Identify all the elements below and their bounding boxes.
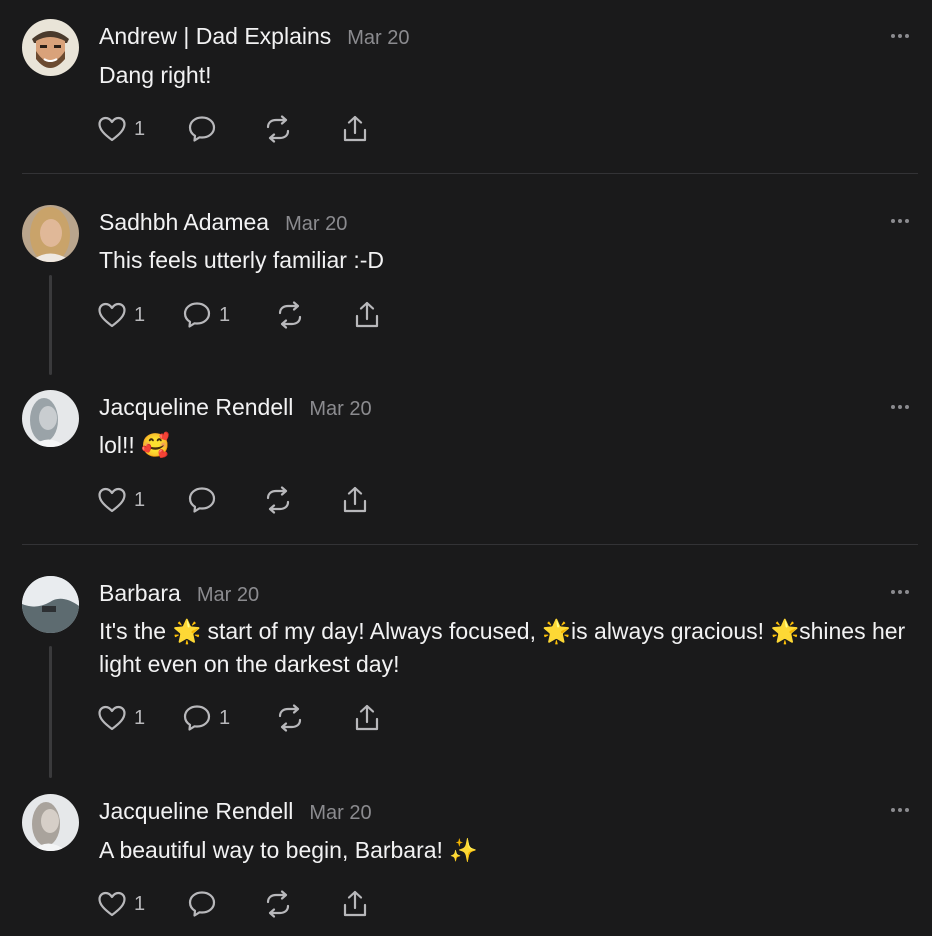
post-date[interactable]: Mar 20	[347, 27, 409, 50]
comment-text: A beautiful way to begin, Barbara! ✨	[99, 834, 909, 867]
glowing-star-emoji: 🌟	[542, 618, 572, 644]
comment-button[interactable]	[187, 485, 217, 515]
restack-icon	[275, 703, 305, 733]
post-date[interactable]: Mar 20	[197, 584, 259, 607]
heart-icon	[97, 486, 127, 514]
comment-button[interactable]: 1	[182, 300, 230, 330]
comment-button[interactable]: 1	[182, 703, 230, 733]
thread-line	[49, 275, 52, 375]
comment-text: Dang right!	[99, 62, 212, 88]
like-count: 1	[134, 303, 146, 326]
restack-icon	[263, 889, 293, 919]
reply-count: 1	[219, 303, 231, 326]
reply-count: 1	[219, 706, 231, 729]
heart-icon	[97, 890, 127, 918]
more-icon[interactable]	[891, 805, 917, 815]
author-name[interactable]: Sadhbh Adamea	[99, 209, 269, 236]
like-button[interactable]: 1	[97, 703, 145, 733]
author-name[interactable]: Jacqueline Rendell	[99, 798, 293, 825]
text-segment: is always gracious!	[571, 618, 771, 644]
comment-icon	[187, 889, 217, 919]
avatar[interactable]	[22, 390, 79, 447]
restack-icon	[263, 114, 293, 144]
comment-icon	[182, 703, 212, 733]
text-segment: start of my day! Always focused,	[201, 618, 543, 644]
thread-line	[49, 646, 52, 778]
restack-button[interactable]	[263, 889, 293, 919]
comment-text: It's the 🌟 start of my day! Always focus…	[99, 615, 909, 681]
avatar[interactable]	[22, 205, 79, 262]
post-date[interactable]: Mar 20	[309, 398, 371, 421]
share-button[interactable]	[352, 703, 382, 733]
restack-button[interactable]	[263, 485, 293, 515]
heart-icon	[97, 704, 127, 732]
author-name[interactable]: Jacqueline Rendell	[99, 394, 293, 421]
text-segment: It's the	[99, 618, 173, 644]
author-name[interactable]: Barbara	[99, 580, 181, 607]
restack-button[interactable]	[275, 300, 305, 330]
like-button[interactable]: 1	[97, 485, 145, 515]
author-name[interactable]: Andrew | Dad Explains	[99, 23, 331, 50]
comment-icon	[182, 300, 212, 330]
sparkles-emoji: ✨	[449, 837, 478, 863]
post-date[interactable]: Mar 20	[309, 802, 371, 825]
restack-icon	[263, 485, 293, 515]
comment-icon	[187, 485, 217, 515]
share-icon	[352, 300, 382, 330]
avatar[interactable]	[22, 19, 79, 76]
restack-icon	[275, 300, 305, 330]
divider	[22, 544, 918, 545]
share-button[interactable]	[340, 114, 370, 144]
restack-button[interactable]	[263, 114, 293, 144]
glowing-star-emoji: 🌟	[172, 618, 202, 644]
heart-icon	[97, 301, 127, 329]
share-icon	[352, 703, 382, 733]
share-icon	[340, 485, 370, 515]
post-date[interactable]: Mar 20	[285, 213, 347, 236]
comment-button[interactable]	[187, 114, 217, 144]
glowing-star-emoji: 🌟	[770, 618, 800, 644]
share-button[interactable]	[352, 300, 382, 330]
like-button[interactable]: 1	[97, 114, 145, 144]
comment-text: This feels utterly familiar :-D	[99, 247, 385, 273]
avatar[interactable]	[22, 794, 79, 851]
share-button[interactable]	[340, 485, 370, 515]
comment-button[interactable]	[187, 889, 217, 919]
divider	[22, 173, 918, 174]
share-icon	[340, 114, 370, 144]
comment-text: lol!! 🥰	[99, 432, 170, 458]
restack-button[interactable]	[275, 703, 305, 733]
like-button[interactable]: 1	[97, 300, 145, 330]
like-count: 1	[134, 488, 146, 511]
more-icon[interactable]	[891, 587, 917, 597]
share-icon	[340, 889, 370, 919]
like-count: 1	[134, 706, 146, 729]
heart-icon	[97, 115, 127, 143]
like-count: 1	[134, 117, 146, 140]
like-count: 1	[134, 892, 146, 915]
more-icon[interactable]	[891, 216, 917, 226]
more-icon[interactable]	[891, 31, 917, 41]
share-button[interactable]	[340, 889, 370, 919]
comment-icon	[187, 114, 217, 144]
avatar[interactable]	[22, 576, 79, 633]
text-segment: A beautiful way to begin, Barbara!	[99, 837, 450, 863]
more-icon[interactable]	[891, 402, 917, 412]
comment-feed: Andrew | Dad Explains Mar 20 Dang right!…	[0, 0, 932, 936]
like-button[interactable]: 1	[97, 889, 145, 919]
